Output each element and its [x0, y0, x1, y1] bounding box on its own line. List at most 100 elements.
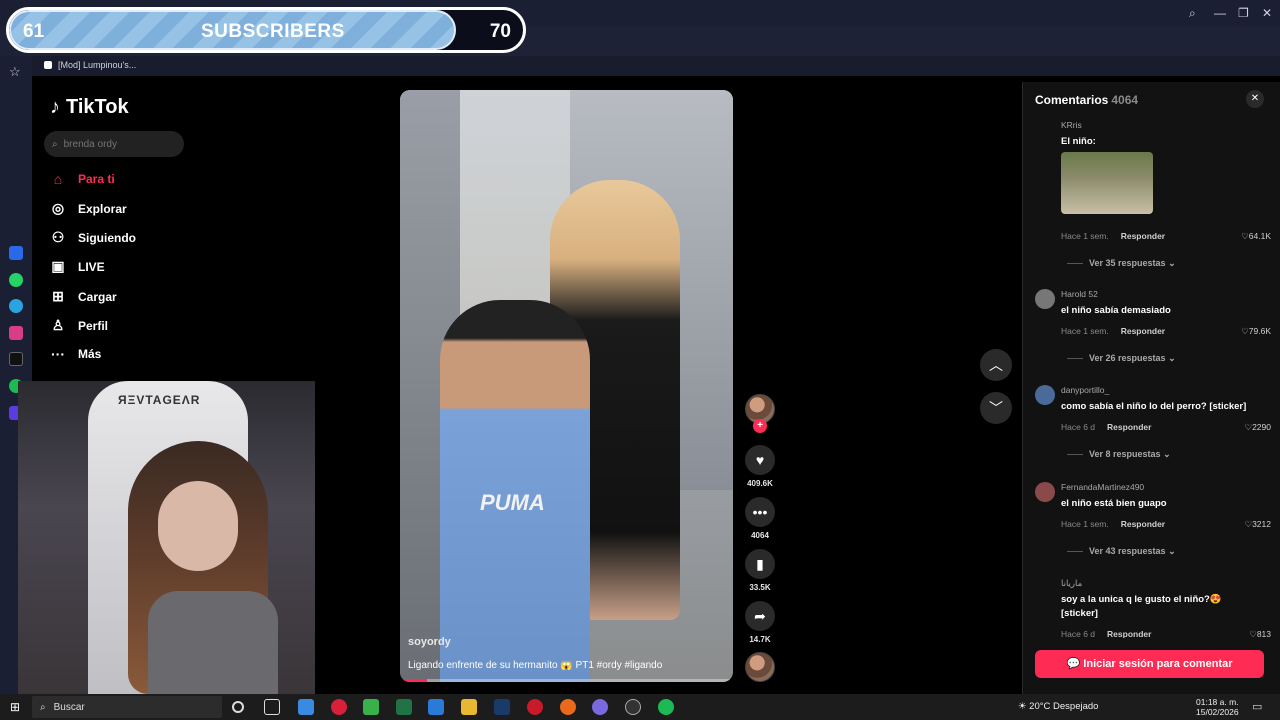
view-replies[interactable]: Ver 8 respuestas ⌄: [1067, 449, 1171, 460]
reply-button[interactable]: Responder: [1107, 629, 1151, 638]
firefox-icon[interactable]: [560, 699, 576, 715]
reply-button[interactable]: Responder: [1121, 326, 1165, 336]
view-replies[interactable]: Ver 43 respuestas ⌄: [1067, 546, 1176, 557]
avatar[interactable]: [1035, 482, 1055, 502]
comment-user[interactable]: Harold 52: [1061, 289, 1098, 299]
reply-button[interactable]: Responder: [1107, 422, 1151, 432]
sidebar-item-siguiendo[interactable]: ⚇ Siguiendo: [50, 229, 136, 246]
comments-count: 4064: [1111, 93, 1139, 107]
telegram-icon[interactable]: [9, 299, 23, 313]
avatar[interactable]: [1035, 289, 1055, 309]
sidebar-item-label: LIVE: [78, 259, 105, 274]
close-icon[interactable]: ✕: [1262, 6, 1272, 20]
comment-user[interactable]: KRris: [1061, 120, 1082, 130]
discord-icon[interactable]: [592, 699, 608, 715]
search-bar[interactable]: ⌕: [44, 131, 184, 157]
minimize-icon[interactable]: —: [1214, 6, 1226, 20]
x-icon[interactable]: [9, 352, 23, 366]
heart-icon[interactable]: ♥: [745, 445, 775, 475]
comment-icon: 💬: [1066, 658, 1081, 670]
spotify-icon[interactable]: [658, 699, 674, 715]
comment-icon[interactable]: •••: [745, 497, 775, 527]
taskbar-search[interactable]: ⌕ Buscar: [32, 696, 222, 718]
video-player[interactable]: PUMA soyordy Ligando enfrente de su herm…: [400, 90, 733, 682]
mail-icon[interactable]: [428, 699, 444, 715]
view-replies-label: Ver 43 respuestas: [1089, 546, 1166, 556]
comment-likes[interactable]: ♡64.1K: [1241, 231, 1271, 242]
comment-image[interactable]: [1061, 152, 1153, 214]
copilot-icon[interactable]: [298, 699, 314, 715]
video-progress[interactable]: [400, 679, 733, 682]
sidebar-item-explorar[interactable]: ◎ Explorar: [50, 200, 127, 217]
comment-user[interactable]: ماريانا: [1061, 578, 1082, 589]
view-replies[interactable]: Ver 26 respuestas ⌄: [1067, 353, 1176, 364]
sidebar-item-label: Perfil: [78, 318, 109, 333]
share-icon[interactable]: ➦: [745, 601, 775, 631]
save-action[interactable]: ▮ 33.5K: [744, 549, 776, 592]
streamer-top: [148, 591, 278, 694]
opera-icon[interactable]: [331, 699, 347, 715]
sidebar-item-ms[interactable]: ··· Más: [50, 346, 101, 362]
previous-video-button[interactable]: ︿: [980, 349, 1012, 381]
messenger-icon[interactable]: [9, 246, 23, 260]
restore-icon[interactable]: ❐: [1238, 6, 1249, 20]
taskbar-clock[interactable]: 01:18 a. m. 15/02/2026: [1196, 697, 1239, 717]
instagram-icon[interactable]: [9, 326, 23, 340]
like-action[interactable]: ♥ 409.6K: [744, 445, 776, 488]
comment-likes[interactable]: ♡3212: [1244, 519, 1271, 530]
store-icon[interactable]: [363, 699, 379, 715]
more-icon: ···: [51, 346, 65, 362]
sidebar-item-para-ti[interactable]: ⌂ Para ti: [50, 171, 115, 187]
profile-icon: ♙: [51, 317, 65, 333]
view-replies-label: Ver 35 respuestas: [1089, 258, 1166, 268]
bookmark-icon[interactable]: ▮: [745, 549, 775, 579]
follow-plus-icon[interactable]: +: [753, 419, 767, 433]
video-author[interactable]: soyordy: [408, 636, 451, 648]
search-icon: ⌕: [52, 138, 58, 150]
weather-widget[interactable]: ☀ 20°C Despejado: [1018, 701, 1098, 712]
bookmark-icon: [44, 61, 52, 69]
task-view-icon[interactable]: [264, 699, 280, 715]
comment-user[interactable]: danyportillo_: [1061, 385, 1109, 395]
compass-icon: ◎: [51, 200, 65, 216]
comment-text: como sabía el niño lo del perro? [sticke…: [1061, 401, 1247, 412]
tiktok-note-icon: ♪: [50, 96, 60, 118]
windows-start-icon[interactable]: ⊞: [10, 700, 20, 714]
bookmark-item[interactable]: [Mod] Lumpinou's...: [44, 60, 136, 70]
comment-likes[interactable]: ♡2290: [1244, 422, 1271, 433]
following-icon: ⚇: [51, 229, 65, 245]
comment-likes[interactable]: ♡813: [1249, 629, 1271, 638]
sidebar-item-cargar[interactable]: ⊞ Cargar: [50, 288, 117, 305]
excel-icon[interactable]: [396, 699, 412, 715]
whatsapp-icon[interactable]: [9, 273, 23, 287]
music-disc[interactable]: [744, 652, 776, 682]
comment-action[interactable]: ••• 4064: [744, 497, 776, 540]
sidebar-item-perfil[interactable]: ♙ Perfil: [50, 317, 108, 334]
app-icon[interactable]: [527, 699, 543, 715]
file-explorer-icon[interactable]: [461, 699, 477, 715]
taskbar-time: 01:18 a. m.: [1196, 697, 1239, 707]
avatar[interactable]: [1035, 385, 1055, 405]
weather-label: 20°C Despejado: [1029, 701, 1099, 712]
share-action[interactable]: ➦ 14.7K: [744, 601, 776, 644]
comments-title: Comentarios: [1035, 93, 1109, 107]
save-count: 33.5K: [749, 583, 771, 592]
sidebar-item-live[interactable]: ▣ LIVE: [50, 258, 105, 275]
notification-icon[interactable]: ▭: [1252, 700, 1262, 713]
comment-like-count: 2290: [1252, 422, 1271, 432]
search-input[interactable]: [63, 138, 174, 150]
obs-icon[interactable]: [625, 699, 641, 715]
reply-button[interactable]: Responder: [1121, 519, 1165, 529]
comment-user[interactable]: FernandaMartinez490: [1061, 482, 1144, 492]
cortana-icon[interactable]: [232, 701, 244, 713]
tiktok-logo[interactable]: ♪ TikTok: [50, 96, 129, 119]
star-icon[interactable]: ☆: [9, 64, 21, 80]
login-to-comment-button[interactable]: 💬 Iniciar sesión para comentar: [1035, 650, 1264, 678]
next-video-button[interactable]: ﹀: [980, 392, 1012, 424]
comment-likes[interactable]: ♡79.6K: [1241, 326, 1271, 337]
view-replies[interactable]: Ver 35 respuestas ⌄: [1067, 258, 1176, 269]
reply-button[interactable]: Responder: [1121, 231, 1165, 241]
close-comments-button[interactable]: ✕: [1246, 90, 1264, 108]
search-icon[interactable]: ⌕: [1189, 6, 1196, 21]
steam-icon[interactable]: [494, 699, 510, 715]
